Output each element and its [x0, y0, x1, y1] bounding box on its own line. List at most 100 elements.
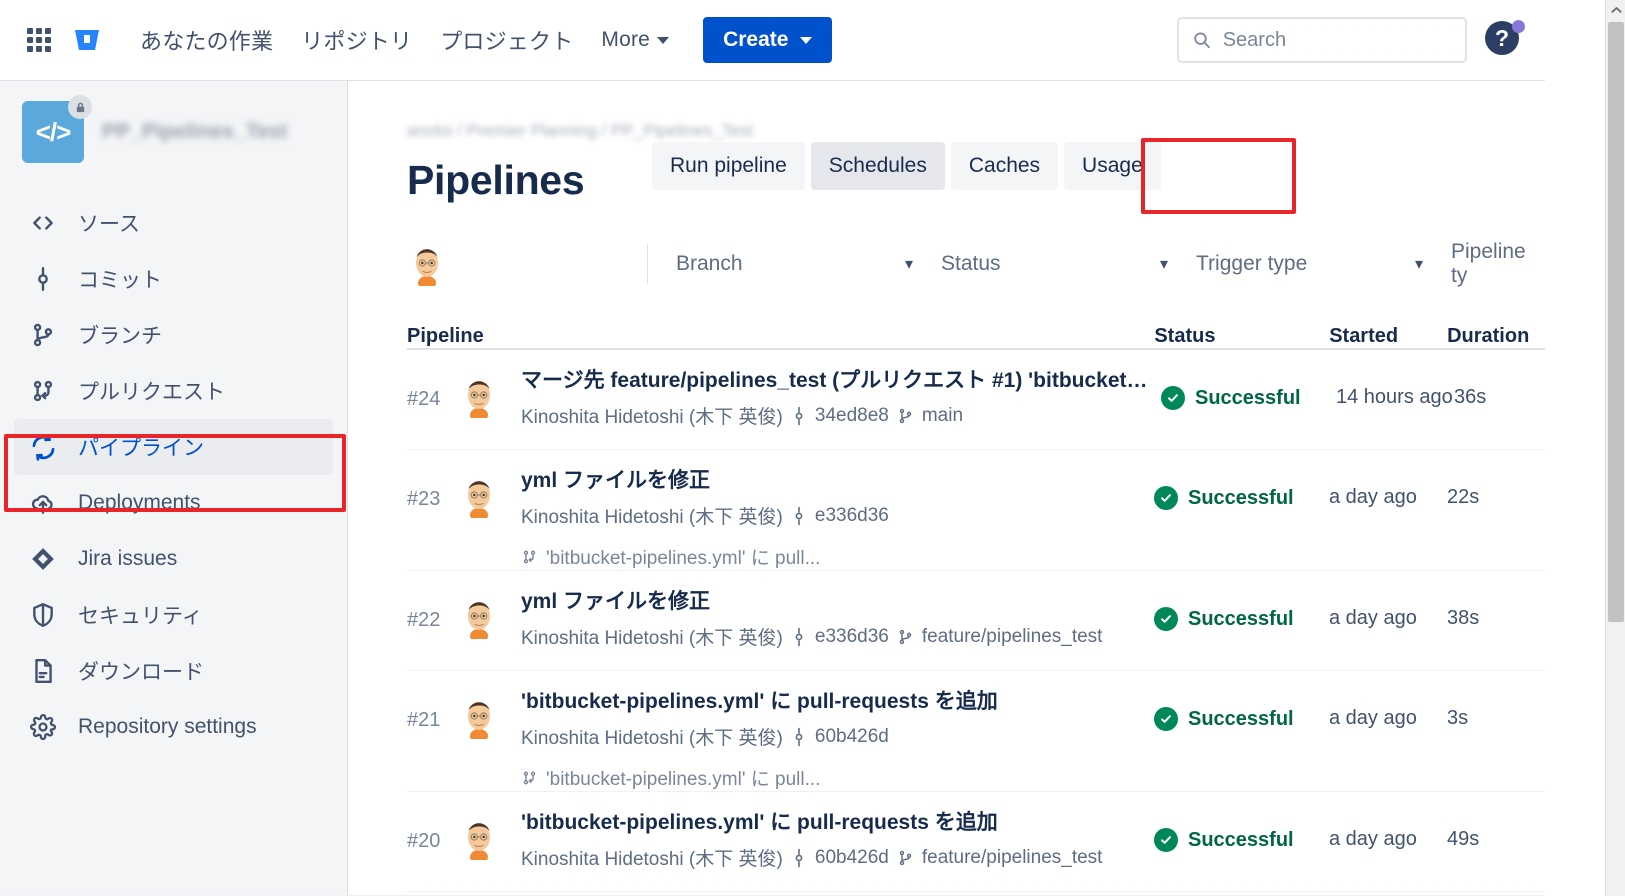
pipeline-title[interactable]: 'bitbucket-pipelines.yml' に pull-request…: [521, 685, 1144, 715]
search-icon: [1194, 32, 1210, 48]
sidebar-item-label: セキュリティ: [78, 605, 203, 628]
pipeline-number: #23: [407, 488, 441, 510]
pull-request-ref-label: 'bitbucket-pipelines.yml' に pull...: [546, 769, 821, 790]
author-name: Kinoshita Hidetoshi (木下 英俊): [521, 849, 783, 870]
sidebar-item-repository-settings[interactable]: Repository settings: [14, 699, 333, 755]
sidebar-item-source[interactable]: ソース: [14, 195, 333, 251]
branch-name[interactable]: main: [922, 405, 963, 427]
duration-value: 22s: [1447, 486, 1480, 508]
avatar: [459, 464, 505, 523]
sidebar-item-pull-requests[interactable]: プルリクエスト: [14, 363, 333, 419]
branch-name[interactable]: feature/pipelines_test: [922, 626, 1103, 648]
started-time: a day ago: [1329, 486, 1417, 508]
commit-icon: [28, 264, 58, 294]
run-pipeline-button[interactable]: Run pipeline: [652, 142, 805, 190]
commit-hash[interactable]: 60b426d: [815, 726, 889, 748]
commit-hash[interactable]: 34ed8e8: [815, 405, 889, 427]
pipeline-title[interactable]: yml ファイルを修正: [521, 585, 1144, 615]
create-button[interactable]: Create: [703, 17, 833, 63]
status-badge: Successful: [1154, 585, 1329, 631]
filter-branch[interactable]: Branch ▾: [648, 252, 913, 276]
sidebar-item-deployments[interactable]: Deployments: [14, 475, 333, 531]
pipeline-meta: Kinoshita Hidetoshi (木下 英俊) 60b426d feat…: [521, 844, 1144, 871]
search-box[interactable]: [1177, 17, 1467, 63]
code-brackets-icon: </>: [35, 116, 72, 147]
nav-your-work[interactable]: あなたの作業: [126, 16, 287, 64]
sidebar-item-jira-issues[interactable]: Jira issues: [14, 531, 333, 587]
usage-button[interactable]: Usage: [1064, 142, 1161, 190]
avatar[interactable]: [407, 242, 447, 290]
table-row[interactable]: #21 'bitbucket-pipelines.yml' に pull-req…: [407, 671, 1545, 792]
schedules-button[interactable]: Schedules: [810, 142, 945, 190]
document-icon: [28, 656, 58, 686]
breadcrumb[interactable]: anoloi / Premier Planning / PP_Pipelines…: [407, 121, 1545, 143]
pull-request-ref[interactable]: 'bitbucket-pipelines.yml' に pull...: [521, 764, 1144, 791]
pull-request-icon: [523, 550, 536, 563]
nav-projects[interactable]: プロジェクト: [426, 16, 587, 64]
started-time: 14 hours ago: [1336, 386, 1453, 408]
vertical-scrollbar[interactable]: [1605, 0, 1625, 896]
nav-repositories[interactable]: リポジトリ: [287, 16, 426, 64]
sidebar-item-branches[interactable]: ブランチ: [14, 307, 333, 363]
sidebar-item-security[interactable]: セキュリティ: [14, 587, 333, 643]
sidebar-item-pipelines[interactable]: パイプライン: [14, 419, 333, 475]
chevron-down-icon: [800, 36, 813, 44]
repository-sidebar: </> PP_Pipelines_Test ソース コミット ブランチ プルリク…: [0, 81, 348, 896]
shield-icon: [28, 600, 58, 630]
commit-hash[interactable]: 60b426d: [815, 847, 889, 869]
sidebar-item-label: ダウンロード: [78, 661, 204, 684]
avatar: [459, 685, 505, 744]
filter-trigger-type[interactable]: Trigger type ▾: [1168, 252, 1423, 276]
chevron-down-icon: ▾: [1159, 256, 1168, 273]
pull-request-ref-label: 'bitbucket-pipelines.yml' に pull...: [546, 548, 821, 569]
table-row[interactable]: #20 'bitbucket-pipelines.yml' に pull-req…: [407, 792, 1545, 892]
grid-apps-icon[interactable]: [22, 23, 56, 57]
search-input[interactable]: [1222, 28, 1451, 52]
sidebar-item-downloads[interactable]: ダウンロード: [14, 643, 333, 699]
status-label: Successful: [1188, 607, 1294, 630]
author-name: Kinoshita Hidetoshi (木下 英俊): [521, 407, 783, 428]
table-row[interactable]: #22 yml ファイルを修正 Kinoshita Hidetoshi (木下 …: [407, 571, 1545, 671]
duration-value: 49s: [1447, 828, 1480, 850]
create-button-label: Create: [723, 28, 789, 51]
branch-name[interactable]: feature/pipelines_test: [922, 847, 1103, 869]
branch-icon: [899, 629, 912, 644]
pull-request-ref[interactable]: 'bitbucket-pipelines.yml' に pull...: [521, 543, 1144, 570]
filter-pipeline-type[interactable]: Pipeline ty: [1423, 240, 1543, 288]
commit-icon: [795, 727, 803, 746]
pipeline-title[interactable]: マージ先 feature/pipelines_test (プルリクエスト #1)…: [521, 364, 1151, 394]
pipelines-icon: [28, 432, 58, 462]
code-brackets-icon: [28, 208, 58, 238]
caches-button[interactable]: Caches: [950, 142, 1059, 190]
repository-header[interactable]: </> PP_Pipelines_Test: [0, 95, 347, 163]
chevron-down-icon: ▾: [904, 256, 913, 273]
main-content: anoloi / Premier Planning / PP_Pipelines…: [349, 81, 1545, 896]
column-header-started: Started: [1329, 325, 1399, 347]
duration-value: 38s: [1447, 607, 1480, 629]
commit-icon: [795, 406, 803, 425]
jira-diamond-icon: [28, 544, 58, 574]
help-button[interactable]: ?: [1485, 20, 1525, 59]
chevron-down-icon: [657, 36, 670, 44]
filter-status[interactable]: Status ▾: [913, 252, 1168, 276]
cloud-upload-icon: [28, 488, 58, 518]
scrollbar-thumb[interactable]: [1608, 22, 1624, 622]
bitbucket-logo[interactable]: [72, 25, 102, 55]
filter-status-label: Status: [941, 252, 1001, 275]
sidebar-item-label: ソース: [78, 213, 140, 236]
pipeline-title[interactable]: 'bitbucket-pipelines.yml' に pull-request…: [521, 806, 1144, 836]
sidebar-item-label: パイプライン: [78, 437, 204, 460]
sidebar-item-label: Jira issues: [78, 547, 178, 570]
sidebar-item-label: Deployments: [78, 491, 201, 514]
nav-more[interactable]: More: [587, 20, 683, 60]
commit-hash[interactable]: e336d36: [815, 626, 889, 648]
table-row[interactable]: #24 マージ先 feature/pipelines_test (プルリクエスト…: [407, 350, 1545, 450]
filter-branch-label: Branch: [676, 252, 743, 275]
notification-dot: [1512, 20, 1525, 33]
commit-hash[interactable]: e336d36: [815, 505, 889, 527]
chevron-up-icon[interactable]: [1606, 0, 1625, 20]
pipeline-title[interactable]: yml ファイルを修正: [521, 464, 1144, 494]
sidebar-item-commits[interactable]: コミット: [14, 251, 333, 307]
status-label: Successful: [1188, 486, 1294, 509]
table-row[interactable]: #23 yml ファイルを修正 Kinoshita Hidetoshi (木下 …: [407, 450, 1545, 571]
